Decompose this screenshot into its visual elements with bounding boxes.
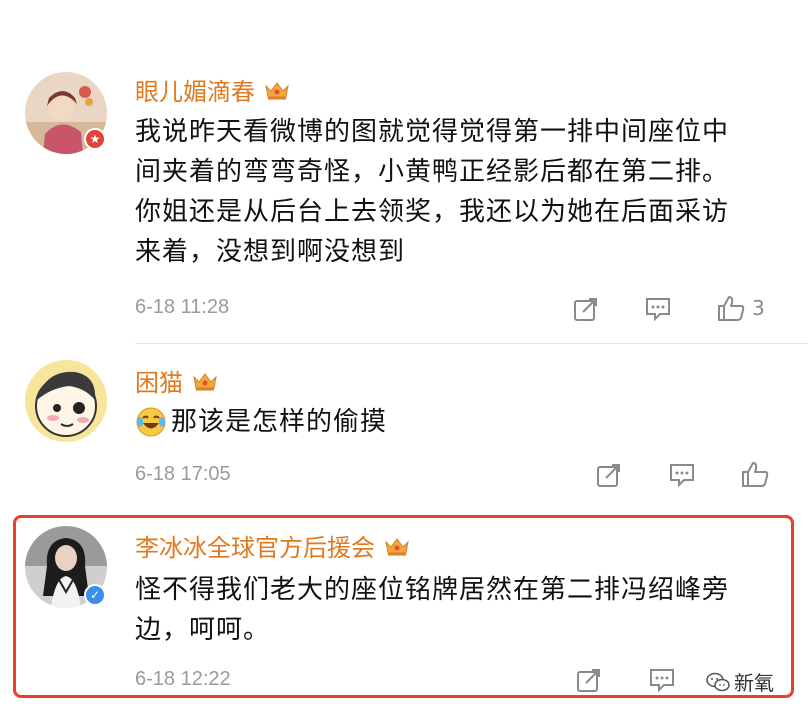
comment-text-line: 来着，没想到啊没想到	[135, 237, 406, 267]
comment-button[interactable]	[648, 667, 676, 693]
comment-button[interactable]	[644, 296, 672, 322]
comment-text: 我说昨天看微博的图就觉得觉得第一排中间座位中 间夹着的弯弯奇怪，小黄鸭正经影后都…	[135, 112, 785, 272]
star-badge: ★	[84, 128, 106, 150]
comment-text-line: 我说昨天看微博的图就觉得觉得第一排中间座位中	[135, 117, 730, 147]
laughing-crying-emoji	[136, 407, 166, 437]
comment-icon	[646, 298, 670, 322]
username[interactable]: 困猫	[135, 363, 219, 398]
username-text[interactable]: 李冰冰全球官方后援会	[135, 528, 375, 563]
like-button[interactable]	[740, 460, 770, 488]
comment-text: 怪不得我们老大的座位铭牌居然在第二排冯绍峰旁 边，呵呵。	[135, 570, 785, 650]
repost-icon	[597, 464, 620, 487]
watermark-label: 新氧	[734, 671, 774, 695]
thumbs-up-icon	[718, 296, 745, 321]
crown-icon	[193, 372, 217, 390]
crown-icon	[265, 81, 289, 99]
comment-text-line: 怪不得我们老大的座位铭牌居然在第二排冯绍峰旁	[135, 575, 730, 605]
comment-text-line: 那该是怎样的偷摸	[171, 407, 388, 437]
comment-text-line: 边，呵呵。	[135, 615, 271, 645]
like-button[interactable]: 3	[716, 294, 765, 322]
repost-button[interactable]	[596, 462, 622, 488]
username-text[interactable]: 眼儿媚滴春	[135, 72, 255, 107]
verified-badge: ✓	[84, 584, 106, 606]
comment-button[interactable]	[668, 462, 696, 488]
repost-button[interactable]	[576, 667, 602, 693]
wechat-icon	[706, 672, 730, 691]
timestamp: 6-18 17:05	[135, 463, 231, 485]
username[interactable]: 眼儿媚滴春	[135, 72, 291, 107]
repost-icon	[574, 298, 597, 321]
divider	[135, 343, 808, 344]
timestamp: 6-18 12:22	[135, 668, 231, 690]
comment-text-line: 间夹着的弯弯奇怪，小黄鸭正经影后都在第二排。	[135, 157, 730, 187]
avatar[interactable]	[25, 360, 107, 442]
watermark: 新氧	[706, 667, 774, 696]
comment-text: 那该是怎样的偷摸	[135, 402, 387, 442]
username[interactable]: 李冰冰全球官方后援会	[135, 528, 411, 563]
username-text[interactable]: 困猫	[135, 363, 183, 398]
crown-icon	[385, 537, 409, 555]
repost-button[interactable]	[573, 296, 599, 322]
timestamp: 6-18 11:28	[135, 296, 230, 318]
thumbs-up-icon	[742, 462, 769, 487]
repost-icon	[577, 669, 600, 692]
comment-text-line: 你姐还是从后台上去领奖，我还以为她在后面采访	[135, 197, 730, 227]
like-count: 3	[752, 296, 765, 320]
comment-icon	[670, 464, 694, 488]
comment-icon	[650, 669, 674, 693]
